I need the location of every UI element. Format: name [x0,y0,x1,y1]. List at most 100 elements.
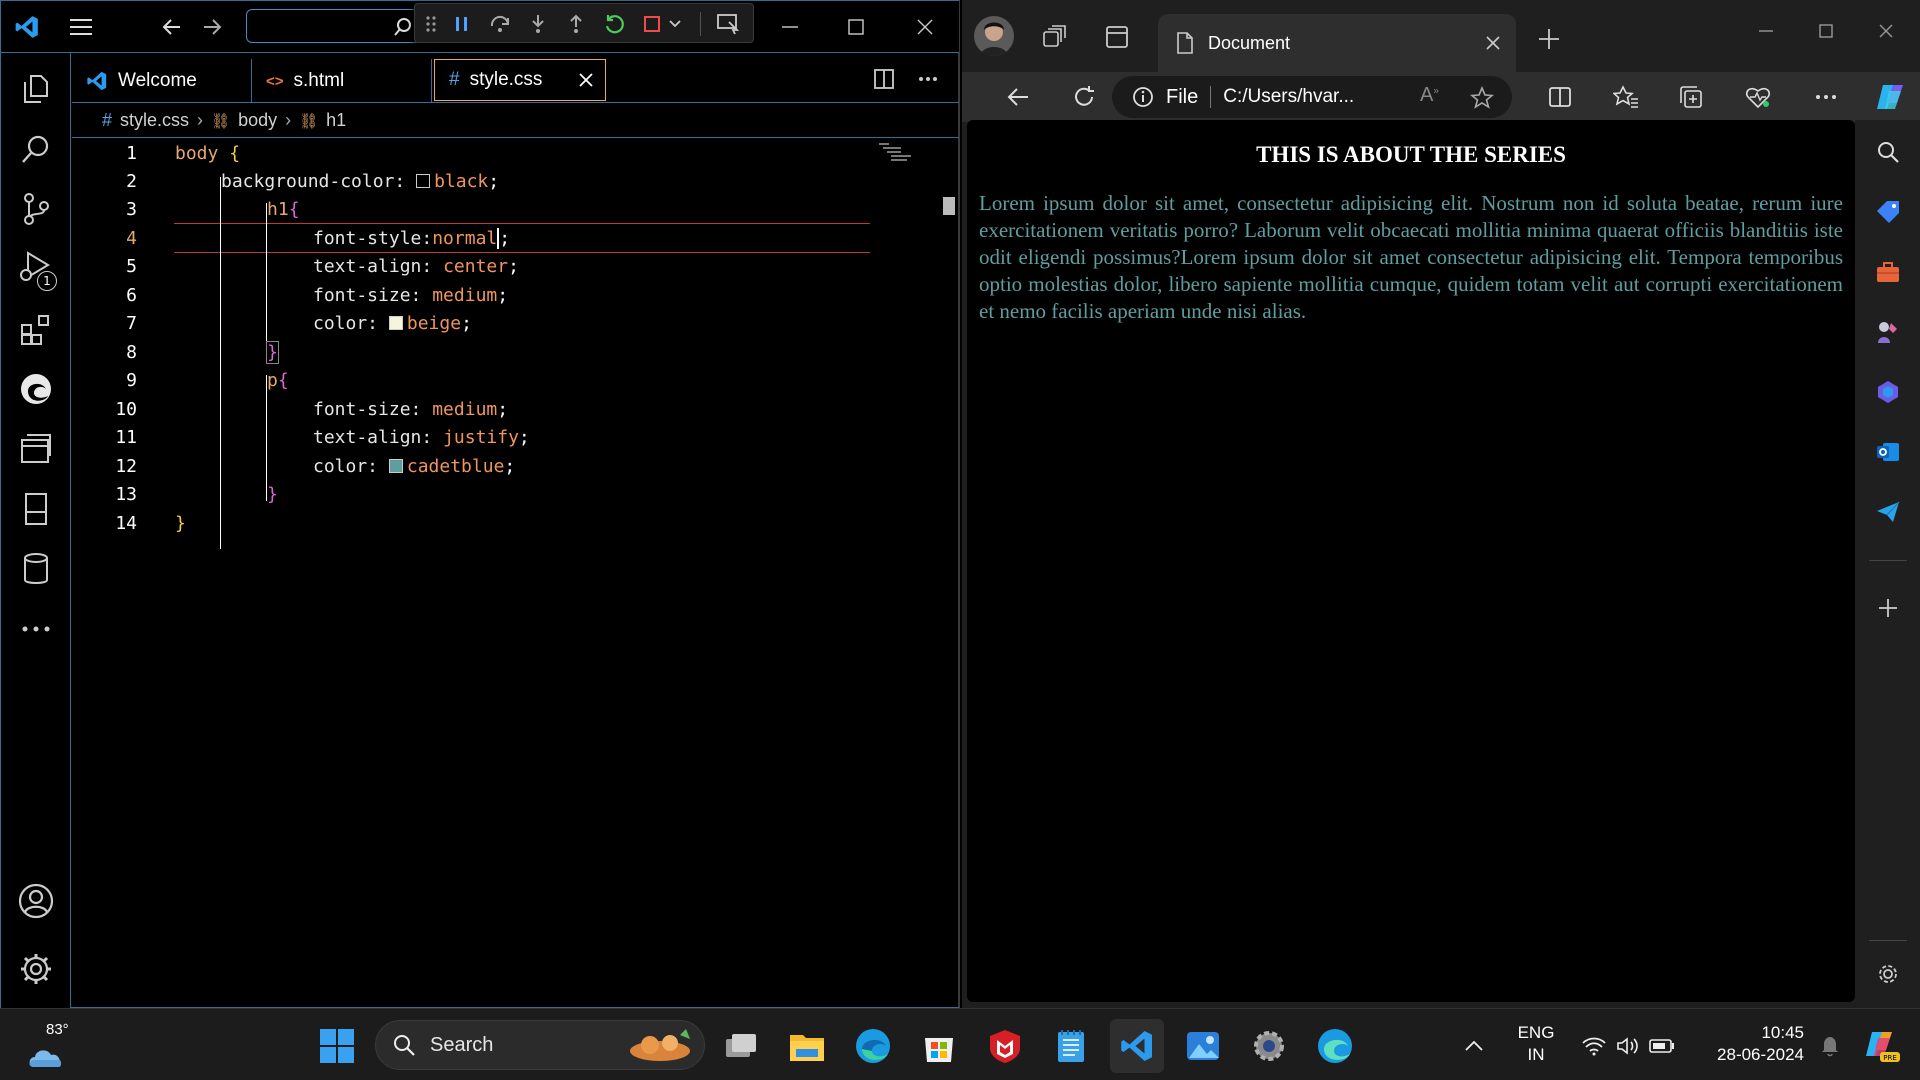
minimap[interactable] [877,141,915,165]
close-tab-icon[interactable] [1486,36,1500,50]
breadcrumb-item[interactable]: body [238,110,277,131]
tab-welcome[interactable]: Welcome [72,59,252,103]
page-paragraph: Lorem ipsum dolor sit amet, consectetur … [979,191,1843,323]
scrollbar-thumb[interactable] [943,197,955,215]
inspect-icon[interactable] [711,10,745,38]
vertical-tabs-icon[interactable] [1100,20,1134,54]
search-icon[interactable] [1,119,71,179]
notepad-icon[interactable] [1044,1019,1098,1073]
settings-gear-icon[interactable] [1242,1019,1296,1073]
task-view-icon[interactable] [714,1019,768,1073]
maximize-icon[interactable] [1806,14,1846,48]
command-center-search[interactable] [246,9,421,43]
more-actions-icon[interactable] [912,63,944,95]
restart-icon[interactable] [599,10,629,38]
settings-gear-icon[interactable] [1855,952,1920,996]
games-icon[interactable] [1855,310,1920,354]
start-windows-icon[interactable] [310,1019,364,1073]
workspaces-icon[interactable] [1038,20,1072,54]
stop-icon[interactable] [637,10,667,38]
breadcrumb-item[interactable]: h1 [326,110,346,131]
pause-icon[interactable] [447,10,477,38]
close-icon[interactable] [1866,14,1906,48]
edge-devtools-icon[interactable] [1,359,71,419]
step-into-icon[interactable] [523,10,553,38]
remote-explorer-icon[interactable] [1,419,71,479]
forward-arrow-icon[interactable] [196,11,228,43]
clock[interactable]: 10:45 28-06-2024 [1694,1021,1804,1069]
weather-widget[interactable]: 83° [22,1019,82,1073]
shopping-tag-icon[interactable] [1855,190,1920,234]
step-over-icon[interactable] [485,10,515,38]
minimize-icon[interactable] [1746,14,1786,48]
add-icon[interactable] [1855,586,1920,630]
browser-tab-document[interactable]: Document [1158,14,1516,72]
step-out-icon[interactable] [561,10,591,38]
tab-style-css[interactable]: # style.css [434,59,606,101]
taskbar-search[interactable]: Search [375,1020,705,1070]
chevron-down-icon[interactable] [665,10,685,38]
edge-icon[interactable] [846,1019,900,1073]
drag-handle-icon[interactable] [421,12,441,36]
testing-icon[interactable] [1,479,71,539]
file-explorer-icon[interactable] [780,1019,834,1073]
address-bar[interactable]: File C:/Users/hvar... A» [1112,76,1512,118]
notification-bell-icon[interactable] [1812,1019,1848,1073]
search-icon[interactable] [1855,130,1920,174]
mcafee-icon[interactable] [978,1019,1032,1073]
favorites-icon[interactable] [1608,80,1644,114]
source-control-icon[interactable] [1,179,71,239]
breadcrumb-file[interactable]: style.css [120,110,189,131]
color-swatch[interactable] [388,459,403,473]
chevron-up-icon[interactable] [1454,1019,1494,1073]
color-swatch[interactable] [416,174,431,188]
vscode-taskbar-icon[interactable] [1110,1019,1164,1073]
minimize-icon[interactable] [771,9,809,45]
tab-s-html[interactable]: <> s.html [252,59,432,103]
taskbar: 83° Search ENG IN 10:45 28-06-2024 PRE [0,1008,1920,1080]
microsoft365-icon[interactable] [1855,370,1920,414]
maximize-icon[interactable] [837,9,875,45]
menu-hamburger-icon[interactable] [63,11,99,43]
copilot-pre-icon[interactable]: PRE [1856,1019,1906,1073]
new-tab-icon[interactable] [1532,22,1566,56]
browser-essentials-icon[interactable] [1740,80,1776,114]
info-icon[interactable] [1132,86,1154,108]
color-swatch[interactable] [388,316,403,330]
copilot-icon[interactable] [1868,76,1912,118]
collections-icon[interactable] [1674,80,1710,114]
debug-toolbar [414,3,754,43]
microsoft-store-icon[interactable] [912,1019,966,1073]
send-telegram-icon[interactable] [1855,490,1920,534]
split-screen-icon[interactable] [1542,80,1578,114]
run-debug-icon[interactable]: 1 [1,239,71,299]
read-aloud-icon[interactable]: A» [1420,84,1439,107]
battery-icon[interactable] [1644,1019,1680,1073]
explorer-icon[interactable] [1,59,71,119]
back-arrow-icon[interactable] [1000,80,1036,114]
edge-dev-icon[interactable] [1308,1019,1362,1073]
line-number: 13 [115,484,137,505]
split-editor-icon[interactable] [868,63,900,95]
run-badge: 1 [37,271,57,291]
tab-close-icon[interactable] [579,73,593,87]
line-number: 11 [115,427,137,448]
back-arrow-icon[interactable] [156,11,188,43]
code-editor[interactable]: 1 2 3 4 5 6 7 8 9 10 11 12 13 14 body { … [72,139,959,1007]
volume-icon[interactable] [1610,1019,1646,1073]
database-icon[interactable] [1,539,71,599]
more-dots-icon[interactable] [1,599,71,659]
settings-more-icon[interactable] [1808,80,1844,114]
wifi-icon[interactable] [1576,1019,1612,1073]
photos-icon[interactable] [1176,1019,1230,1073]
tools-briefcase-icon[interactable] [1855,250,1920,294]
account-icon[interactable] [1,871,71,931]
favorite-star-icon[interactable] [1470,86,1494,110]
close-icon[interactable] [906,9,944,45]
settings-gear-icon[interactable] [1,939,71,999]
extensions-icon[interactable] [1,299,71,359]
profile-avatar[interactable] [974,16,1014,56]
outlook-icon[interactable] [1855,430,1920,474]
refresh-icon[interactable] [1066,80,1102,114]
language-indicator[interactable]: ENG IN [1506,1021,1566,1069]
